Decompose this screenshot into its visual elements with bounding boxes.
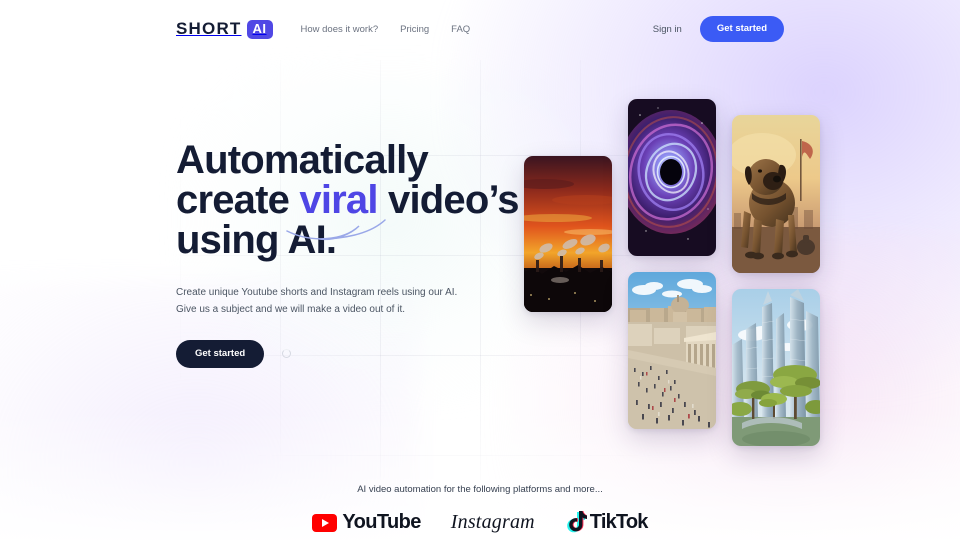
platforms-caption: AI video automation for the following pl… [357, 484, 603, 495]
hero-section: Automatically create viral video’s using… [176, 138, 520, 368]
hero-subtitle: Create unique Youtube shorts and Instagr… [176, 287, 458, 315]
gallery-card-sunset-smokestacks[interactable] [524, 156, 612, 312]
gallery-card-black-hole-spiral[interactable] [628, 99, 716, 256]
hero-headline: Automatically create viral video’s using… [176, 138, 520, 262]
headline-line-2-pre: create [176, 178, 300, 222]
gallery-card-roman-plaza-crowd[interactable] [628, 272, 716, 429]
nav-link-pricing[interactable]: Pricing [400, 24, 429, 35]
logo-wordmark: SHORT [176, 19, 242, 38]
gallery-card-bullmastiff-dog[interactable] [732, 115, 820, 273]
viral-highlight-wrap: viral [286, 178, 387, 241]
sunset-smokestacks-image [524, 156, 612, 312]
nav-link-faq[interactable]: FAQ [451, 24, 470, 35]
youtube-play-icon [312, 513, 338, 532]
loading-spinner-icon [282, 349, 292, 359]
bullmastiff-dog-image [732, 115, 820, 273]
headline-line-2: create viral video’s [176, 178, 520, 241]
header-get-started-button[interactable]: Get started [699, 16, 784, 42]
logo-ai-badge: AI [246, 19, 273, 39]
headline-line-3: using AI. [176, 218, 337, 262]
roman-plaza-crowd-image [628, 272, 716, 429]
tiktok-logo: TikTok [565, 510, 648, 534]
headline-highlight-viral: viral [299, 178, 378, 222]
youtube-label: YouTube [342, 511, 421, 533]
youtube-logo: YouTube [312, 511, 421, 534]
header-actions: Sign in Get started [653, 16, 784, 42]
nav-link-how-does-it-work[interactable]: How does it work? [301, 24, 379, 35]
tiktok-label: TikTok [589, 510, 649, 533]
logo[interactable]: SHORT AI [176, 19, 273, 39]
main-navigation: How does it work? Pricing FAQ [301, 24, 471, 35]
black-hole-spiral-image [628, 99, 716, 256]
sign-in-link[interactable]: Sign in [653, 24, 682, 35]
hero-cta-row: Get started [176, 340, 516, 368]
headline-line-1: Automatically [176, 138, 429, 182]
headline-line-2-post: video’s [377, 178, 520, 222]
site-header: SHORT AI How does it work? Pricing FAQ S… [0, 0, 960, 58]
platforms-section: AI video automation for the following pl… [0, 484, 960, 540]
gallery-card-futuristic-city[interactable] [732, 289, 820, 446]
futuristic-city-image [732, 289, 820, 446]
tiktok-note-icon [566, 511, 587, 533]
instagram-logo: Instagram [450, 511, 535, 533]
platform-logo-row: YouTube Instagram TikTok [312, 510, 648, 534]
hero-get-started-button[interactable]: Get started [176, 340, 265, 368]
